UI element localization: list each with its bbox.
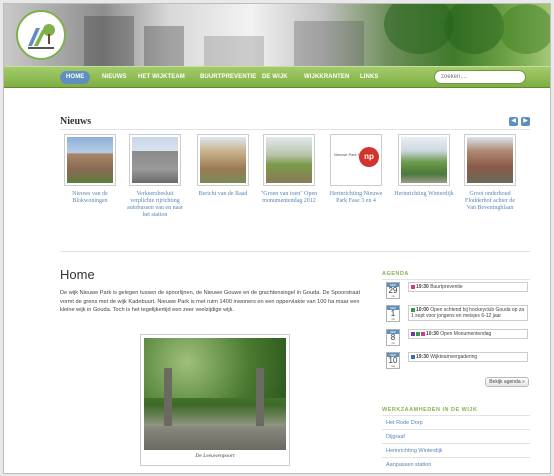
search-input[interactable] bbox=[434, 70, 526, 84]
photo-caption: De Leeuwenpoort bbox=[195, 453, 235, 459]
nav-buurtpreventie[interactable]: BUURTPREVENTIE bbox=[200, 71, 256, 84]
featured-photo: De Leeuwenpoort bbox=[140, 334, 290, 466]
page-title: Home bbox=[60, 267, 95, 282]
werkzaamheden-link[interactable]: Het Rode Dorp bbox=[386, 420, 423, 426]
banner-tree bbox=[499, 4, 550, 54]
event-title[interactable]: Wijkteamvergadering bbox=[430, 354, 477, 360]
nav-het-wijkteam[interactable]: HET WIJKTEAM bbox=[138, 71, 185, 84]
news-caption[interactable]: Herinrichting Nieuwe Park Fase 3 en 4 bbox=[326, 191, 386, 205]
category-color-icon bbox=[411, 354, 415, 359]
news-caption[interactable]: Groot onderhoud Flodderhof achter de Van… bbox=[460, 191, 520, 212]
news-item[interactable]: "Groen van toen" Open monumentendag 2012 bbox=[259, 134, 319, 205]
banner-building bbox=[144, 26, 184, 66]
werkzaamheden-link[interactable]: Dijgraaf bbox=[386, 434, 405, 440]
news-thumbnail[interactable] bbox=[464, 134, 516, 186]
category-color-icon bbox=[411, 331, 415, 336]
date-badge: SEP 8 za bbox=[386, 329, 400, 346]
news-item[interactable]: Herinrichting Winterdijk bbox=[394, 134, 454, 198]
news-item[interactable]: Bericht van de Raad bbox=[193, 134, 253, 198]
logo-icon bbox=[28, 24, 55, 49]
event-box[interactable]: 19:30 Wijkteamvergadering bbox=[408, 352, 528, 362]
agenda-event[interactable]: SEP 10 ma 19:30 Wijkteamvergadering bbox=[386, 352, 530, 372]
date-weekday: ma bbox=[390, 364, 396, 368]
photo-image bbox=[144, 338, 286, 450]
chevron-left-icon: ◀ bbox=[511, 118, 516, 124]
date-weekday: za bbox=[391, 294, 395, 298]
news-thumbnail[interactable] bbox=[129, 134, 181, 186]
category-color-icon bbox=[411, 307, 415, 312]
news-caption[interactable]: Herinrichting Winterdijk bbox=[394, 191, 454, 198]
nav-wijkkranten[interactable]: WIJKKRANTEN bbox=[304, 71, 349, 84]
agenda-heading: AGENDA bbox=[382, 271, 409, 277]
view-agenda-button[interactable]: Bekijk agenda » bbox=[485, 377, 529, 387]
news-thumbnail[interactable] bbox=[263, 134, 315, 186]
news-caption[interactable]: Nieuws van de Blokwoningen bbox=[60, 191, 120, 205]
event-title[interactable]: Buurtpreventie bbox=[430, 284, 463, 290]
divider bbox=[382, 279, 530, 280]
carousel-next-button[interactable]: ▶ bbox=[521, 117, 530, 126]
date-badge: SEP 10 ma bbox=[386, 352, 400, 369]
event-box[interactable]: 10:30 Open Monumentendag bbox=[408, 329, 528, 339]
news-thumbnail[interactable] bbox=[398, 134, 450, 186]
werkzaamheden-link[interactable]: Aanpassen station bbox=[386, 462, 431, 468]
date-badge: SEP 29 za bbox=[386, 282, 400, 299]
site-logo[interactable] bbox=[16, 10, 66, 60]
nav-de-wijk[interactable]: DE WIJK bbox=[262, 71, 288, 84]
divider bbox=[382, 429, 530, 430]
nav-home[interactable]: HOME bbox=[60, 71, 91, 84]
category-color-icon bbox=[421, 331, 425, 336]
event-time: 10:30 bbox=[426, 331, 439, 337]
news-caption[interactable]: "Groen van toen" Open monumentendag 2012 bbox=[259, 191, 319, 205]
event-box[interactable]: 19:30 Buurtpreventie bbox=[408, 282, 528, 292]
news-thumbnail[interactable] bbox=[64, 134, 116, 186]
category-color-icon bbox=[416, 331, 420, 336]
banner-building bbox=[294, 21, 364, 66]
date-weekday: za bbox=[391, 341, 395, 345]
werkzaamheden-link[interactable]: Herinrichting Winterdijk bbox=[386, 448, 443, 454]
news-thumbnail[interactable]: Nieuwe Park Gouda np bbox=[330, 134, 382, 186]
category-color-icon bbox=[411, 284, 415, 289]
news-thumbnail[interactable] bbox=[197, 134, 249, 186]
divider bbox=[382, 443, 530, 444]
main-nav: HOME NIEUWS HET WIJKTEAM BUURTPREVENTIE … bbox=[4, 66, 550, 88]
news-item[interactable]: Nieuws van de Blokwoningen bbox=[60, 134, 120, 205]
event-box[interactable]: 10:00 Open schtend bij hockeyclub Gouda … bbox=[408, 305, 528, 321]
event-time: 19:30 bbox=[416, 354, 429, 360]
divider bbox=[382, 415, 530, 416]
np-logo-mark: np bbox=[359, 147, 379, 167]
banner-building bbox=[84, 16, 134, 66]
date-weekday: za bbox=[391, 317, 395, 321]
nav-links[interactable]: LINKS bbox=[360, 71, 379, 84]
date-badge: SEP 1 za bbox=[386, 305, 400, 322]
nav-nieuws[interactable]: NIEUWS bbox=[102, 71, 127, 84]
news-caption[interactable]: Verkeersbesluit verplichte rijrichting a… bbox=[125, 191, 185, 219]
event-time: 19:30 bbox=[416, 284, 429, 290]
intro-text: De wijk Nieuwe Park is gelegen tussen de… bbox=[60, 290, 361, 313]
banner-tree bbox=[444, 4, 504, 54]
event-title[interactable]: Open Monumentendag bbox=[440, 331, 491, 337]
agenda-event[interactable]: SEP 29 za 19:30 Buurtpreventie bbox=[386, 282, 530, 302]
divider bbox=[382, 457, 530, 458]
page: HOME NIEUWS HET WIJKTEAM BUURTPREVENTIE … bbox=[3, 3, 551, 474]
header-banner bbox=[4, 4, 550, 66]
agenda-event[interactable]: SEP 8 za 10:30 Open Monumentendag bbox=[386, 329, 530, 349]
news-item[interactable]: Nieuwe Park Gouda np Herinrichting Nieuw… bbox=[326, 134, 386, 205]
chevron-right-icon: ▶ bbox=[523, 118, 528, 124]
news-item[interactable]: Groot onderhoud Flodderhof achter de Van… bbox=[460, 134, 520, 212]
carousel-prev-button[interactable]: ◀ bbox=[509, 117, 518, 126]
agenda-event[interactable]: SEP 1 za 10:00 Open schtend bij hockeycl… bbox=[386, 305, 530, 327]
werkzaamheden-heading: WERKZAAMHEDEN IN DE WIJK bbox=[382, 407, 478, 413]
divider bbox=[60, 129, 530, 130]
news-caption[interactable]: Bericht van de Raad bbox=[193, 191, 253, 198]
news-item[interactable]: Verkeersbesluit verplichte rijrichting a… bbox=[125, 134, 185, 219]
divider bbox=[60, 251, 530, 252]
banner-building bbox=[204, 36, 264, 66]
nieuws-heading: Nieuws bbox=[60, 116, 92, 127]
